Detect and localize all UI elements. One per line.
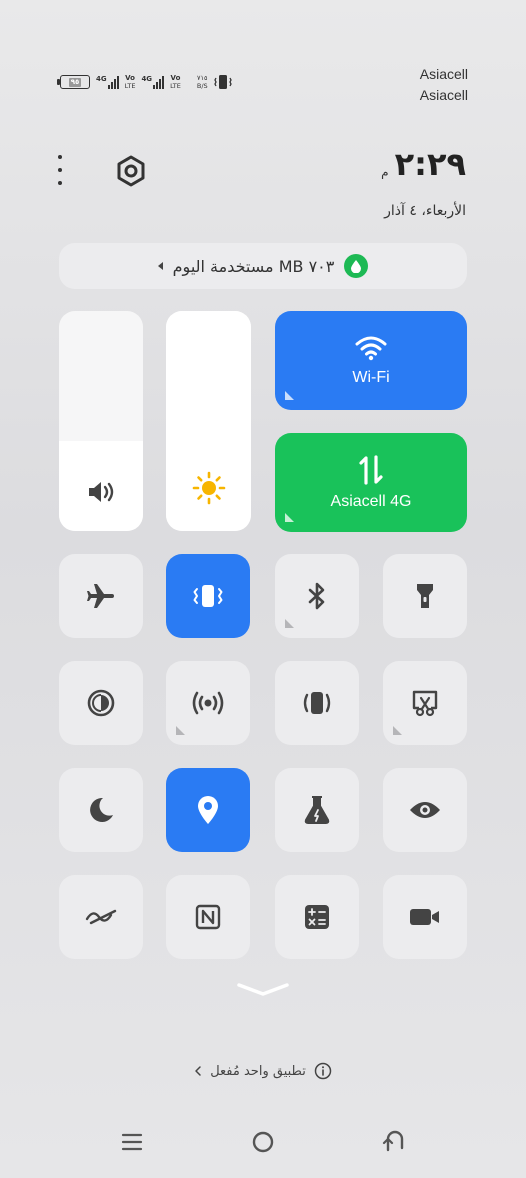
hotspot-icon (192, 691, 224, 715)
volte-badge-1: Vo LTE (124, 74, 136, 90)
sim1-network: 4G (96, 75, 107, 83)
data-saver-icon (344, 254, 369, 278)
dark-mode-tile[interactable] (59, 661, 143, 745)
navigation-bar (0, 1122, 526, 1162)
more-options-button[interactable] (50, 155, 70, 185)
wifi-icon (355, 336, 387, 360)
mobile-data-tile[interactable]: Asiacell 4G (275, 433, 467, 532)
auto-rotate-icon (303, 692, 331, 714)
volte-badge-2: Vo LTE (170, 74, 181, 90)
do-not-disturb-tile[interactable] (59, 768, 143, 852)
corner-indicator-icon (176, 726, 185, 735)
carrier-2: Asiacell (419, 87, 468, 103)
corner-indicator-icon (285, 513, 294, 522)
location-tile[interactable] (166, 768, 250, 852)
signal-bars-icon (153, 75, 165, 89)
airplane-mode-tile[interactable] (59, 554, 143, 638)
video-camera-icon (410, 909, 439, 925)
back-icon[interactable] (381, 1128, 409, 1156)
vibrate-tile[interactable] (166, 554, 250, 638)
chevron-down-icon[interactable] (236, 980, 290, 998)
signal-bars-icon (107, 75, 119, 89)
bluetooth-tile[interactable] (275, 554, 359, 638)
mobile-data-label: Asiacell 4G (330, 492, 412, 510)
active-apps-link[interactable]: تطبيق واحد مُفعل (0, 1062, 526, 1080)
eye-comfort-tile[interactable] (383, 768, 467, 852)
vibrate-icon (193, 585, 223, 607)
corner-indicator-icon (285, 391, 294, 400)
settings-icon[interactable] (114, 154, 148, 188)
lab-tile[interactable] (275, 768, 359, 852)
calculator-icon (305, 905, 329, 929)
auto-rotate-tile[interactable] (275, 661, 359, 745)
carrier-names: Asiacell Asiacell (420, 64, 468, 106)
dot-icon (58, 155, 62, 159)
brightness-slider[interactable] (166, 311, 251, 531)
sim2-signal: 4G (141, 75, 165, 89)
flashlight-tile[interactable] (383, 554, 467, 638)
flask-icon (304, 796, 330, 824)
data-usage-text: ٧٠٣ MB مستخدمة اليوم (172, 256, 335, 276)
data-arrows-icon (359, 454, 383, 485)
data-usage-pill[interactable]: ٧٠٣ MB مستخدمة اليوم (59, 243, 467, 289)
clock-time: ٢:٢٩ (394, 145, 466, 183)
sun-icon (192, 471, 225, 505)
nfc-tile[interactable] (166, 875, 250, 959)
bluetooth-icon (308, 582, 325, 610)
wifi-label: Wi-Fi (352, 368, 390, 386)
hotspot-tile[interactable] (166, 661, 250, 745)
connection-tile[interactable] (59, 875, 143, 959)
vibrate-status-icon (213, 75, 232, 89)
corner-indicator-icon (285, 619, 294, 628)
recents-menu-icon[interactable] (118, 1128, 146, 1156)
corner-indicator-icon (393, 726, 402, 735)
screenshot-icon (412, 690, 438, 717)
clock-ampm: م (381, 165, 389, 179)
speaker-icon (89, 482, 114, 502)
dark-mode-icon (87, 689, 115, 717)
battery-icon: ٩٥ (57, 75, 90, 89)
home-icon[interactable] (249, 1128, 277, 1156)
eye-icon (410, 802, 440, 818)
battery-level: ٩٥ (68, 77, 82, 87)
moon-icon (90, 797, 113, 822)
wifi-tile[interactable]: Wi-Fi (275, 311, 467, 410)
dot-icon (58, 168, 62, 172)
dot-icon (58, 181, 62, 185)
clock: م ٢:٢٩ (381, 145, 466, 183)
nfc-icon (195, 904, 221, 930)
calculator-tile[interactable] (275, 875, 359, 959)
sim2-network: 4G (141, 75, 153, 83)
screen-record-tile[interactable] (383, 875, 467, 959)
carrier-1: Asiacell (419, 66, 468, 82)
screenshot-tile[interactable] (383, 661, 467, 745)
chevron-left-icon (157, 262, 163, 270)
info-icon (314, 1062, 332, 1080)
date-label: الأربعاء، ٤ آذار (384, 203, 466, 219)
wave-icon (85, 909, 117, 925)
sim1-signal: 4G (96, 75, 119, 89)
chevron-left-icon (195, 1066, 201, 1076)
volume-slider[interactable] (59, 311, 143, 531)
status-bar-left: ٩٥ 4G Vo LTE 4G Vo LTE ٧١٥ B/S (57, 70, 232, 94)
active-apps-text: تطبيق واحد مُفعل (210, 1063, 306, 1079)
network-speed: ٧١٥ B/S (196, 74, 208, 90)
location-icon (198, 796, 218, 824)
airplane-icon (87, 584, 114, 608)
flashlight-icon (417, 584, 433, 608)
